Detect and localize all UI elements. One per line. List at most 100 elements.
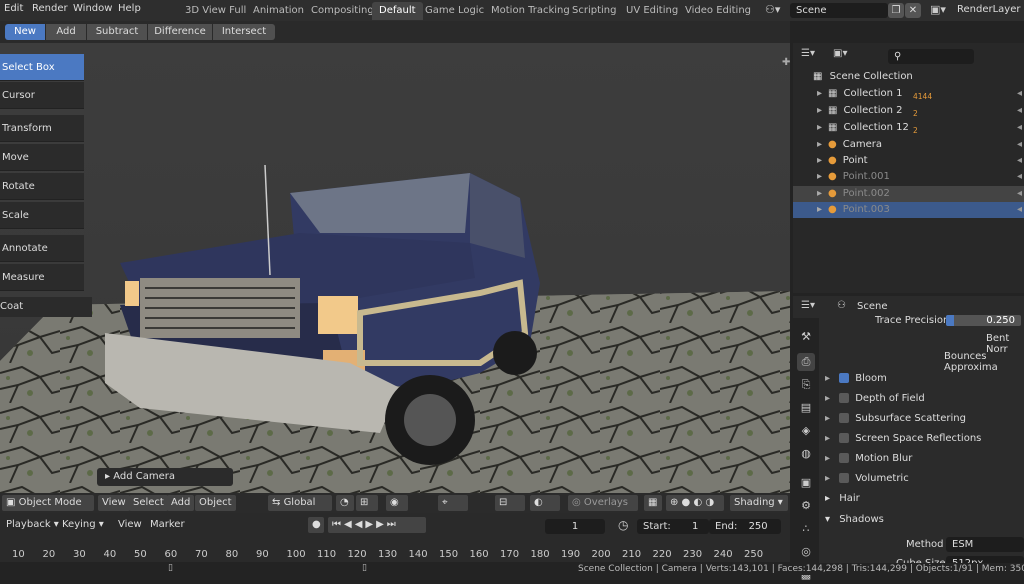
snap-icon[interactable]: ⊞	[356, 495, 378, 511]
copy-scene-icon[interactable]: ❐	[888, 3, 904, 18]
tab-video-editing[interactable]: Video Editing	[678, 2, 758, 20]
tool-tab-icon[interactable]: ⚒	[797, 328, 815, 346]
menu-render[interactable]: Render	[32, 3, 68, 14]
editor-type-icon[interactable]: ☰▾	[801, 300, 815, 311]
gizmo-icon[interactable]: ⌖	[438, 495, 468, 511]
tool-move[interactable]: Move	[0, 144, 84, 171]
trace-precision-slider[interactable]: 0.250	[946, 315, 1021, 326]
visibility-icon[interactable]: ◂	[1017, 169, 1022, 185]
display-mode-icon[interactable]: ☰▾	[801, 48, 815, 59]
panel-checkbox[interactable]	[839, 413, 850, 423]
clock-icon[interactable]: ◷	[618, 518, 628, 532]
physics-tab-icon[interactable]: ◎	[797, 543, 815, 561]
shading-modes[interactable]: ⊕ ● ◐ ◑	[666, 495, 724, 511]
panel-checkbox[interactable]	[839, 433, 850, 443]
data-badge[interactable]: 2	[913, 120, 918, 139]
property-panel[interactable]: ▸ Bloom	[825, 373, 887, 384]
particles-tab-icon[interactable]: ∴	[797, 520, 815, 538]
pivot-icon[interactable]: ◔	[336, 495, 354, 511]
view-layer-tab-icon[interactable]: ▤	[797, 399, 815, 417]
outliner-search-input[interactable]: ⚲	[888, 49, 974, 64]
visibility-icon[interactable]: ◂	[1017, 186, 1022, 202]
record-icon[interactable]: ●	[308, 517, 324, 533]
expand-icon[interactable]: ▸	[817, 155, 822, 166]
menu-edit[interactable]: Edit	[4, 3, 23, 14]
tool-scale[interactable]: Scale	[0, 202, 84, 229]
tool-rotate[interactable]: Rotate	[0, 173, 84, 200]
visibility-icon[interactable]: ◂	[1017, 103, 1022, 119]
playback-controls[interactable]: ⏮◀◀▶▶⏭	[328, 517, 426, 533]
add-camera-panel[interactable]: ▸ Add Camera	[97, 468, 233, 486]
visibility-icon[interactable]: ◂	[1017, 153, 1022, 169]
filter-icon[interactable]: ▣▾	[833, 48, 847, 59]
subtract-button[interactable]: Subtract	[87, 24, 147, 40]
shading-select[interactable]: Shading ▾	[730, 495, 788, 511]
tab-motion-tracking[interactable]: Motion Tracking	[484, 2, 577, 20]
outliner-row[interactable]: ▸ ▦ Collection 2 2 ◂	[793, 103, 1024, 119]
current-frame-field[interactable]: 1	[545, 519, 605, 534]
tab-default[interactable]: Default	[372, 2, 423, 20]
property-panel[interactable]: ▸ Screen Space Reflections	[825, 433, 981, 444]
close-icon[interactable]: ✕	[905, 3, 921, 18]
tab-compositing[interactable]: Compositing	[304, 2, 381, 20]
panel-checkbox[interactable]	[839, 453, 850, 463]
add-button[interactable]: Add	[46, 24, 86, 40]
world-tab-icon[interactable]: ◍	[797, 445, 815, 463]
proportional-icon[interactable]: ◉	[386, 495, 408, 511]
outliner[interactable]: ☰▾ ▣▾ ⚲ ▦ Scene Collection ▸ ▦ Collection …	[793, 43, 1024, 293]
visibility-icon[interactable]: ◂	[1017, 86, 1022, 102]
tab-scripting[interactable]: Scripting	[565, 2, 623, 20]
data-badge[interactable]: 4144	[913, 86, 932, 105]
menu-window[interactable]: Window	[73, 3, 112, 14]
scene-icon[interactable]: ⚇▾	[765, 3, 780, 16]
object-tab-icon[interactable]: ▣	[797, 474, 815, 492]
panel-checkbox[interactable]	[839, 393, 850, 403]
tab-game-logic[interactable]: Game Logic	[418, 2, 491, 20]
outliner-row[interactable]: ▸ ▦ Collection 12 2 ◂	[793, 120, 1024, 136]
tool-annotate[interactable]: Annotate	[0, 235, 84, 262]
xray-icon[interactable]: ▦	[644, 495, 662, 511]
start-frame-field[interactable]: Start: 1	[637, 519, 709, 534]
visibility-icon[interactable]: ◂	[1017, 137, 1022, 153]
expand-icon[interactable]: ▸	[817, 204, 822, 215]
orientation-select[interactable]: ⇆ Global	[268, 495, 332, 511]
render-tab-icon[interactable]: ⎙	[797, 353, 815, 371]
intersect-button[interactable]: Intersect	[213, 24, 275, 40]
overlays-toggle[interactable]: ◎ Overlays	[568, 495, 638, 511]
outliner-row[interactable]: ▸ ● Camera ◂	[793, 137, 1024, 153]
menu-timeline-view[interactable]: View	[114, 517, 146, 533]
visibility-icon[interactable]: ◐	[530, 495, 560, 511]
end-frame-field[interactable]: End: 250	[709, 519, 781, 534]
data-badge[interactable]: 2	[913, 103, 918, 122]
tool-cursor[interactable]: Cursor	[0, 82, 84, 109]
tool-select-box[interactable]: Select Box	[0, 54, 84, 81]
menu-marker[interactable]: Marker	[146, 517, 189, 533]
visibility-icon[interactable]: ◂	[1017, 120, 1022, 136]
view-settings-icon[interactable]: ⊟	[495, 495, 525, 511]
tool-measure[interactable]: Measure	[0, 264, 84, 291]
modifier-tab-icon[interactable]: ⚙	[797, 497, 815, 515]
expand-icon[interactable]: ▸	[817, 171, 822, 182]
property-panel[interactable]: ▸ Depth of Field	[825, 393, 925, 404]
tab-uv-editing[interactable]: UV Editing	[619, 2, 685, 20]
property-panel[interactable]: ▸ Subsurface Scattering	[825, 413, 966, 424]
menu-select[interactable]: Select	[129, 495, 168, 511]
properties-editor[interactable]: ☰▾ ⚇ Scene ⚒ ⎙ ⎘ ▤ ◈ ◍ ▣ ⚙ ∴ ◎ ▩ Trace P…	[793, 296, 1024, 581]
outliner-row[interactable]: ▸ ● Point ◂	[793, 153, 1024, 169]
output-tab-icon[interactable]: ⎘	[797, 376, 815, 394]
menu-playback[interactable]: Playback ▾	[2, 517, 63, 533]
method-select[interactable]: ESM	[946, 537, 1024, 552]
hair-panel[interactable]: ▸ Hair	[825, 493, 860, 504]
menu-keying[interactable]: Keying ▾	[58, 517, 108, 533]
coat-label[interactable]: Coat	[0, 297, 92, 317]
visibility-icon[interactable]: ◂	[1017, 202, 1022, 218]
outliner-row[interactable]: ▸ ● Point.002 ◂	[793, 186, 1024, 202]
render-layer-field[interactable]: RenderLayer	[957, 4, 1020, 15]
shadows-panel[interactable]: ▾ Shadows	[825, 514, 884, 525]
property-panel[interactable]: ▸ Motion Blur	[825, 453, 912, 464]
scene-field[interactable]: Scene	[790, 3, 888, 18]
outliner-row[interactable]: ▸ ● Point.003 ◂	[793, 202, 1024, 218]
tab-animation[interactable]: Animation	[246, 2, 311, 20]
expand-icon[interactable]: ▸	[817, 88, 822, 99]
panel-checkbox[interactable]	[839, 473, 850, 483]
